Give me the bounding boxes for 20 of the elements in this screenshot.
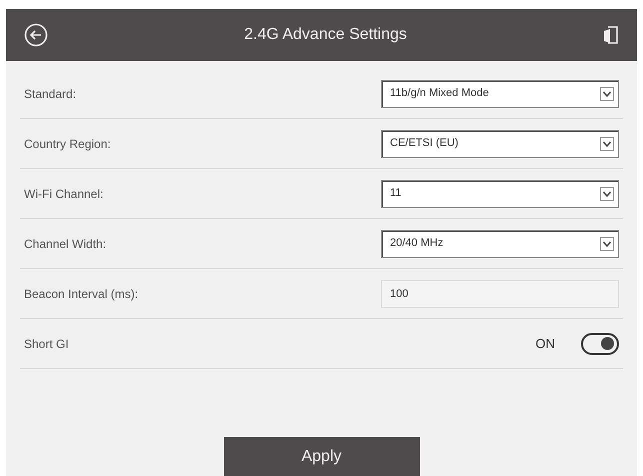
dropdown[interactable]: 20/40 MHz	[381, 230, 619, 258]
input-field[interactable]: 100	[381, 280, 619, 308]
chevron-down-icon	[600, 236, 614, 250]
setting-label: Standard:	[24, 86, 76, 102]
logout-icon[interactable]	[603, 25, 619, 45]
setting-label: Country Region:	[24, 136, 111, 152]
setting-label: Wi-Fi Channel:	[24, 186, 104, 202]
dropdown[interactable]: 11	[381, 180, 619, 208]
chevron-down-icon	[600, 86, 614, 100]
dropdown[interactable]: 11b/g/n Mixed Mode	[381, 80, 619, 108]
toggle-switch[interactable]	[581, 332, 619, 354]
chevron-down-icon	[600, 136, 614, 150]
dropdown[interactable]: CE/ETSI (EU)	[381, 130, 619, 158]
setting-label: Short GI	[24, 336, 69, 352]
setting-label: Channel Width:	[24, 236, 106, 252]
setting-label: Beacon Interval (ms):	[24, 286, 138, 302]
toggle-state-text: ON	[536, 334, 555, 353]
apply-button[interactable]: Apply	[224, 437, 420, 476]
chevron-down-icon	[600, 186, 614, 200]
window-title: 2.4G Advance Settings	[244, 25, 407, 45]
